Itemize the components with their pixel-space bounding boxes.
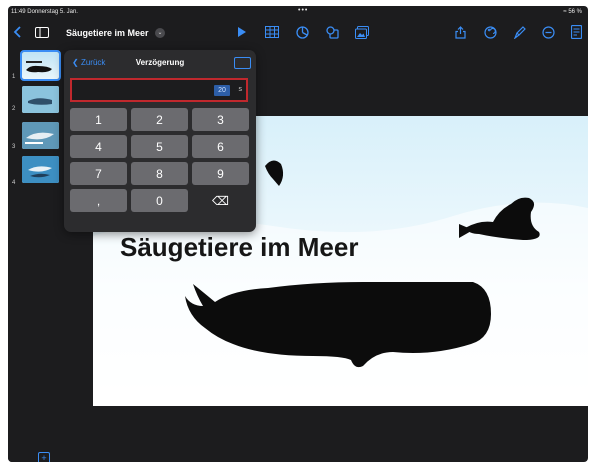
key-9[interactable]: 9 (192, 162, 249, 185)
slide-number: 1 (12, 74, 16, 80)
key-5[interactable]: 5 (131, 135, 188, 158)
keyboard-icon[interactable] (234, 57, 251, 69)
add-slide-button[interactable]: + (38, 452, 50, 462)
toolbar: Säugetiere im Meer ⌄ (8, 20, 588, 44)
media-icon[interactable] (354, 24, 370, 40)
multitasking-dots[interactable]: ••• (298, 7, 308, 14)
slide-navigator: 1 2 3 4 (8, 46, 61, 462)
slide-thumbnail-4[interactable] (22, 156, 59, 183)
key-2[interactable]: 2 (131, 108, 188, 131)
delete-key-icon[interactable]: ⌫ (192, 189, 249, 212)
slide-thumbnail-3[interactable] (22, 122, 59, 149)
format-brush-icon[interactable] (512, 24, 528, 40)
battery-status: ≈ 56 % (563, 9, 582, 15)
status-time: 11:49 Donnerstag 5. Jan. (11, 9, 78, 15)
delay-value: 20 (214, 85, 230, 96)
table-icon[interactable] (264, 24, 280, 40)
title-menu-chevron-icon[interactable]: ⌄ (155, 28, 165, 38)
slide-number: 2 (12, 106, 16, 112)
document-title[interactable]: Säugetiere im Meer (66, 28, 149, 38)
key-3[interactable]: 3 (192, 108, 249, 131)
sidebar-toggle-icon[interactable] (34, 24, 50, 40)
chart-icon[interactable] (294, 24, 310, 40)
popover-title: Verzögerung (135, 58, 185, 67)
key-1[interactable]: 1 (70, 108, 127, 131)
key-6[interactable]: 6 (192, 135, 249, 158)
key-comma[interactable]: , (70, 189, 127, 212)
delay-popover: ❮ Zurück Verzögerung 20 s 1 2 3 4 5 6 7 … (64, 50, 256, 232)
status-bar: 11:49 Donnerstag 5. Jan. ••• ≈ 56 % (8, 6, 588, 18)
slide-thumbnail-2[interactable] (22, 86, 59, 113)
back-icon[interactable] (10, 24, 26, 40)
delay-unit: s (238, 86, 243, 93)
key-7[interactable]: 7 (70, 162, 127, 185)
delay-input[interactable]: 20 s (70, 78, 248, 102)
slide-number: 4 (12, 180, 16, 186)
ipad-screen: 11:49 Donnerstag 5. Jan. ••• ≈ 56 % Säug… (8, 6, 588, 462)
slide-thumbnail-1[interactable] (20, 50, 61, 81)
play-icon[interactable] (234, 24, 250, 40)
slide-number: 3 (12, 144, 16, 150)
key-0[interactable]: 0 (131, 189, 188, 212)
document-options-icon[interactable] (568, 24, 584, 40)
shapes-icon[interactable] (324, 24, 340, 40)
more-options-icon[interactable] (540, 24, 556, 40)
key-4[interactable]: 4 (70, 135, 127, 158)
share-icon[interactable] (452, 24, 468, 40)
key-8[interactable]: 8 (131, 162, 188, 185)
undo-icon[interactable] (482, 24, 498, 40)
slide-title[interactable]: Säugetiere im Meer (120, 232, 358, 263)
